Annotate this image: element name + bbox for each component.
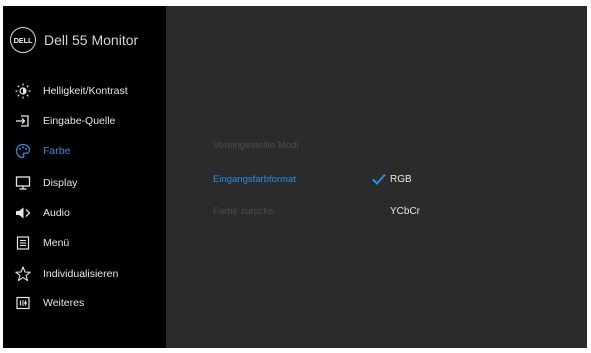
menu-item-color[interactable]: Farbe [3,137,166,165]
ycbcr-option[interactable]: YCbCr [390,203,420,219]
others-icon [15,295,31,311]
reset-color-option[interactable]: Farbe zurücks. [213,203,276,219]
monitor-model-title: Dell 55 Monitor [44,32,139,48]
menu-item-label: Eingabe-Quelle [43,115,116,127]
menu-item-input-source[interactable]: Eingabe-Quelle [3,107,166,135]
checkmark-icon [372,173,386,185]
preset-modes-option[interactable]: Voreingestellte Modi [213,137,299,153]
input-color-format-option[interactable]: Eingangsfarbformat [213,171,296,187]
menu-item-label: Weiteres [43,297,85,309]
menu-item-personalize[interactable]: Individualisieren [3,260,166,288]
menu-item-label: Display [43,177,78,189]
dell-logo: DELL [10,27,36,53]
menu-item-label: Farbe [43,145,71,157]
color-palette-icon [15,143,31,159]
monitor-osd: DELL Dell 55 Monitor Helligkeit/Kontrast [3,6,587,348]
menu-icon [15,235,31,251]
menu-item-label: Audio [43,207,70,219]
menu-item-audio[interactable]: Audio [3,199,166,227]
menu-item-display[interactable]: Display [3,169,166,197]
menu-item-brightness-contrast[interactable]: Helligkeit/Kontrast [3,77,166,105]
brightness-icon [15,83,31,99]
rgb-label: RGB [390,173,412,185]
menu-item-menu[interactable]: Menü [3,229,166,257]
display-icon [15,175,31,191]
menu-item-label: Helligkeit/Kontrast [43,85,128,97]
menu-item-label: Menü [43,237,70,249]
speaker-icon [15,205,31,221]
sidebar: DELL Dell 55 Monitor Helligkeit/Kontrast [3,6,166,348]
rgb-option[interactable]: RGB [372,171,412,187]
input-source-icon [15,113,31,129]
menu-item-others[interactable]: Weiteres [3,289,166,317]
header: DELL Dell 55 Monitor [10,26,138,54]
menu-item-label: Individualisieren [43,268,119,280]
star-icon [15,266,31,282]
